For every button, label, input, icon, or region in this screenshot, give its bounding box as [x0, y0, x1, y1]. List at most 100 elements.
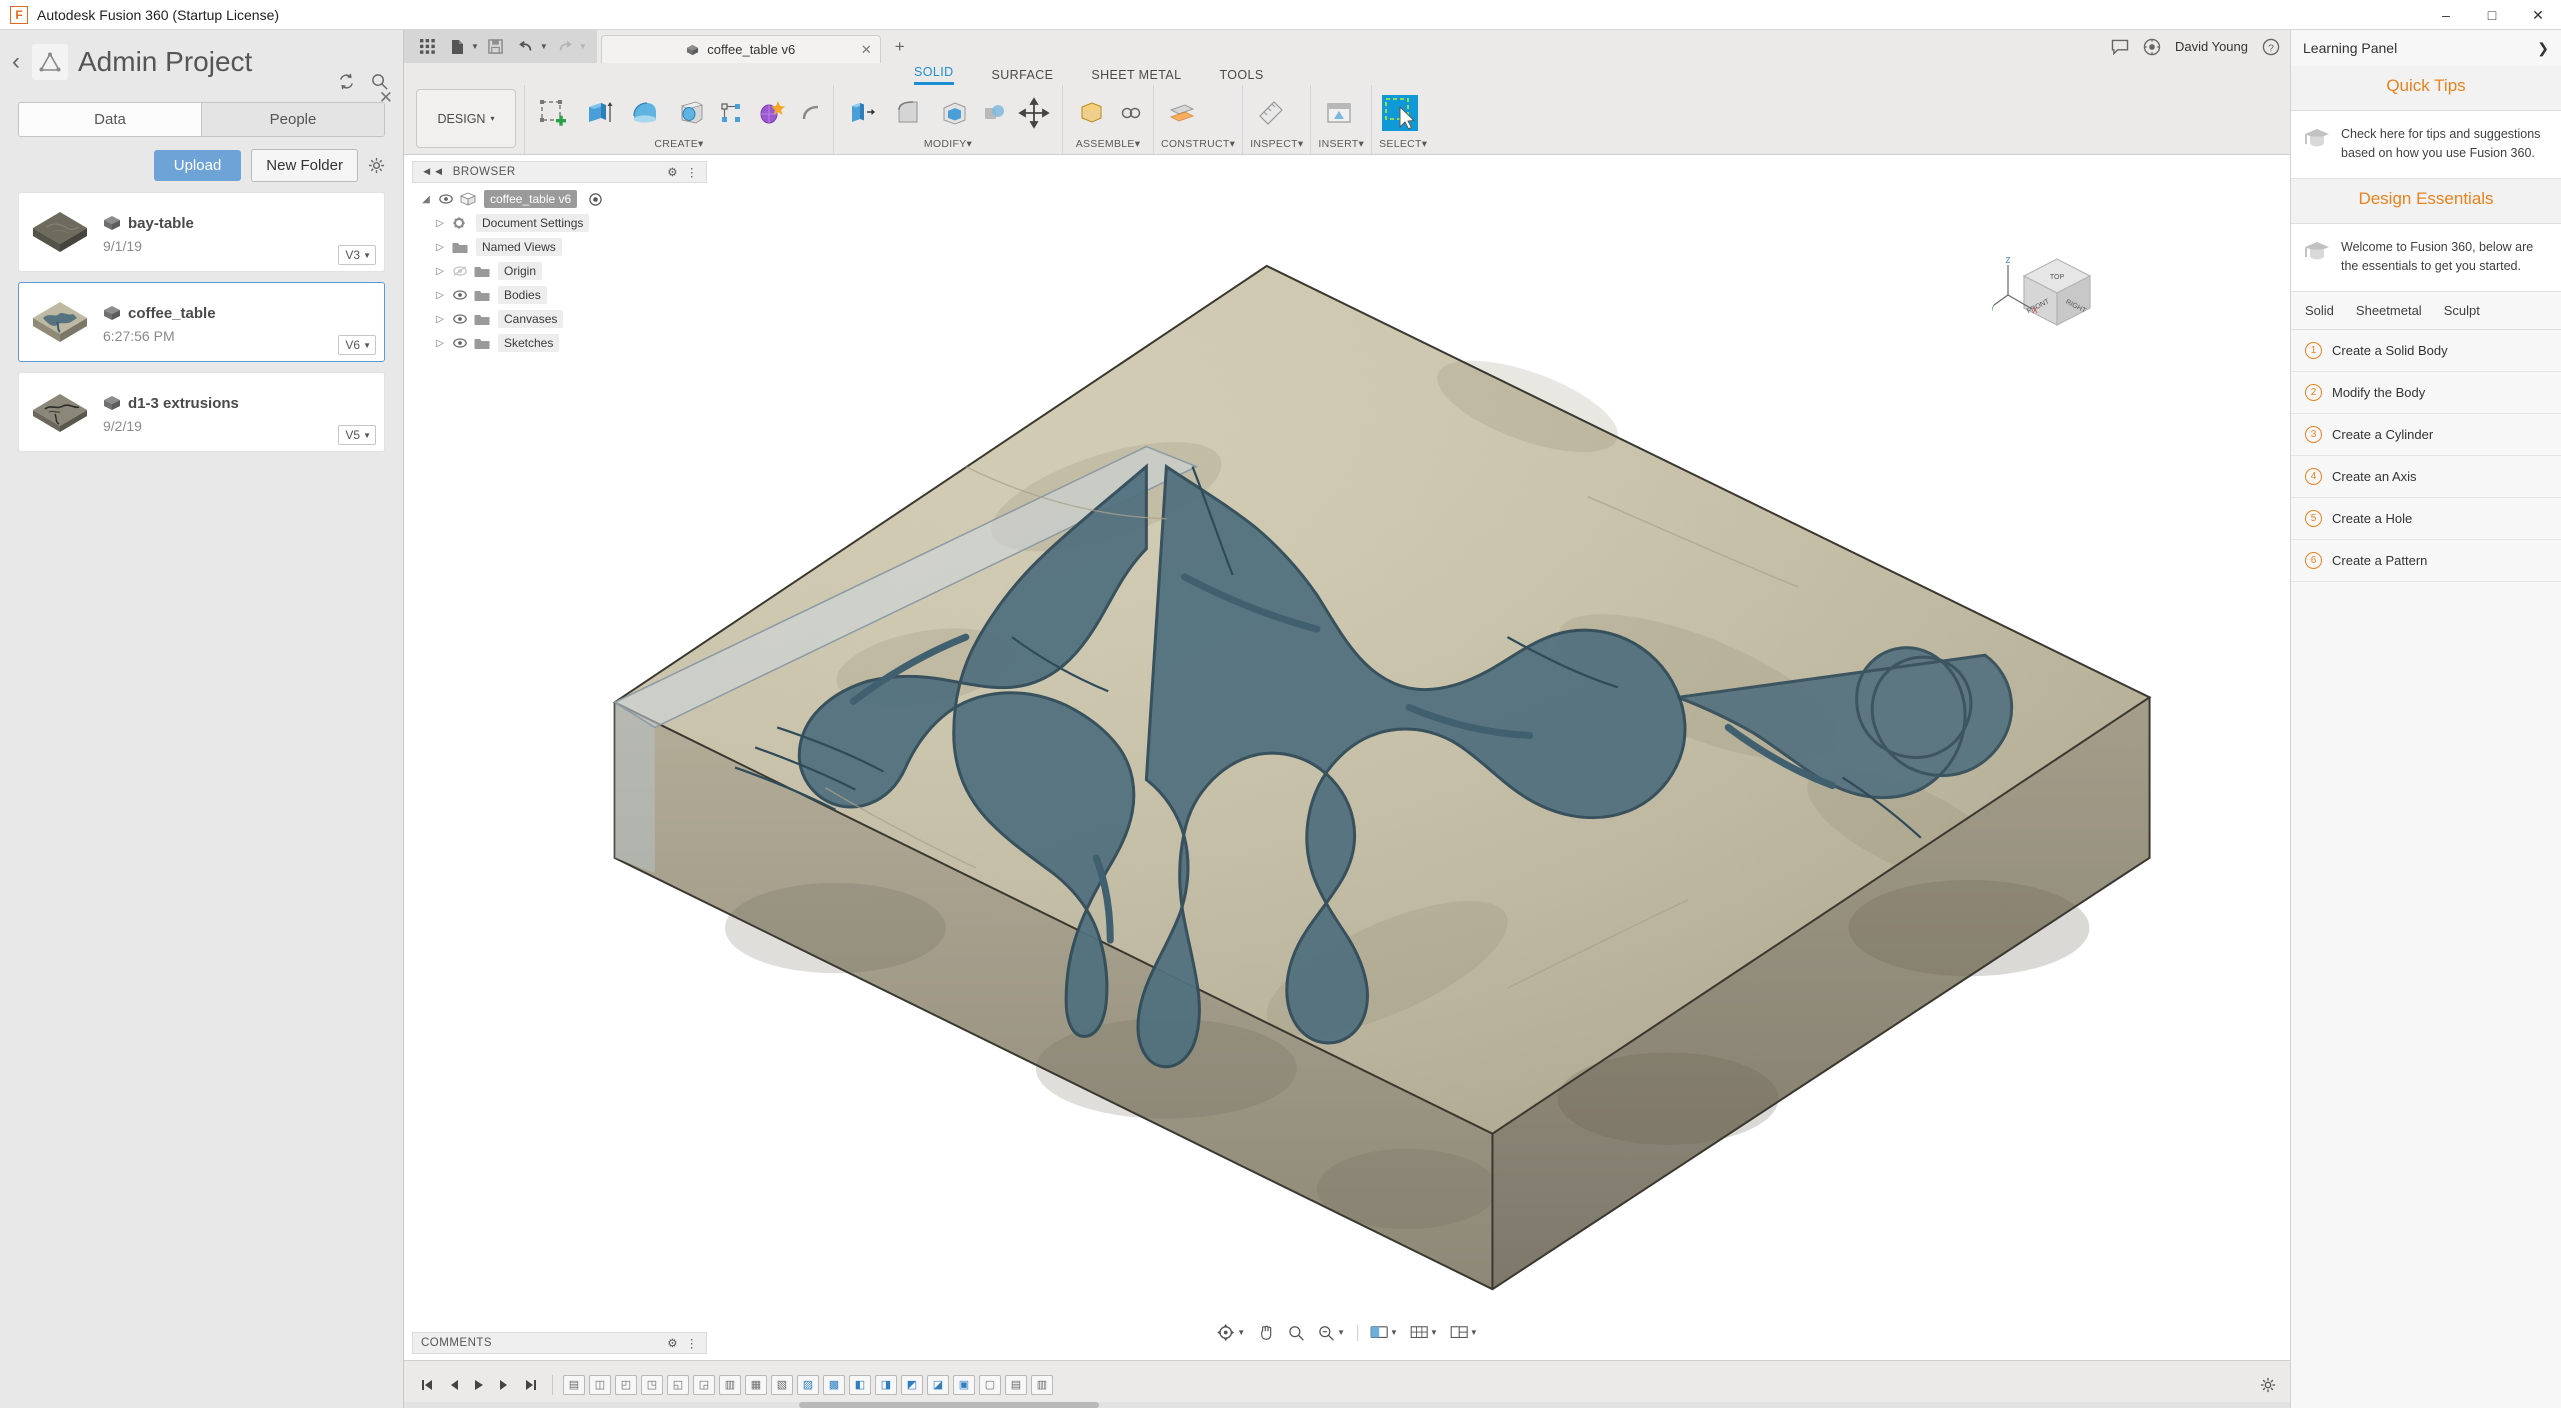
add-tab-button[interactable]: + [895, 37, 905, 57]
timeline-feature[interactable]: ▧ [771, 1374, 793, 1395]
chevron-down-icon[interactable]: ▼ [579, 42, 587, 51]
timeline-feature[interactable]: ◫ [589, 1374, 611, 1395]
gear-icon[interactable]: ⚙ [667, 165, 678, 179]
tab-people[interactable]: People [201, 103, 384, 136]
refresh-icon[interactable] [337, 72, 356, 91]
timeline-feature[interactable]: ◩ [901, 1374, 923, 1395]
hole-icon[interactable] [670, 92, 712, 134]
upload-button[interactable]: Upload [153, 150, 242, 181]
timeline-feature[interactable]: ◳ [641, 1374, 663, 1395]
eye-icon[interactable] [452, 338, 468, 348]
file-card-coffee-table[interactable]: coffee_table 6:27:56 PM V6 ▼ [18, 282, 385, 362]
comments-panel-header[interactable]: COMMENTS ⚙ ⋮ [412, 1332, 707, 1354]
viewports-icon[interactable]: ▼ [1450, 1325, 1478, 1341]
3d-viewport[interactable]: ◄◄ BROWSER ⚙ ⋮ ◢ coffee_table v6 ▷ Docum… [404, 155, 2290, 1360]
tree-node-origin[interactable]: ▷ Origin [420, 259, 707, 283]
timeline-feature[interactable]: ◨ [875, 1374, 897, 1395]
timeline-feature[interactable]: ▢ [979, 1374, 1001, 1395]
ribbon-panel-label[interactable]: INSPECT▾ [1250, 138, 1303, 152]
timeline-feature[interactable]: ▨ [797, 1374, 819, 1395]
eye-icon[interactable] [452, 314, 468, 324]
ribbon-tab-solid[interactable]: SOLID [914, 65, 954, 85]
learning-item-6[interactable]: 6 Create a Pattern [2291, 539, 2561, 582]
ribbon-panel-label[interactable]: CREATE▾ [532, 138, 826, 152]
insert-mcmaster-icon[interactable] [1318, 92, 1360, 134]
close-icon[interactable]: ✕ [861, 42, 872, 58]
chevron-down-icon[interactable]: ▼ [471, 42, 479, 51]
timeline-feature[interactable]: ▩ [823, 1374, 845, 1395]
eye-icon[interactable] [438, 194, 454, 204]
grip-icon[interactable]: ⋮ [686, 165, 698, 179]
document-tab-coffee-table[interactable]: coffee_table v6 ✕ [600, 35, 881, 63]
learning-item-5[interactable]: 5 Create a Hole [2291, 497, 2561, 540]
redo-icon[interactable] [552, 34, 578, 60]
tab-data[interactable]: Data [19, 103, 201, 136]
timeline-feature[interactable]: ▥ [719, 1374, 741, 1395]
back-button[interactable]: ‹ [12, 50, 20, 74]
pipe-icon[interactable] [796, 98, 826, 128]
pattern-icon[interactable] [750, 92, 792, 134]
move-copy-icon[interactable] [1013, 92, 1055, 134]
timeline-feature[interactable]: ▦ [745, 1374, 767, 1395]
display-settings-icon[interactable]: ▼ [1370, 1325, 1398, 1341]
tree-node-bodies[interactable]: ▷ Bodies [420, 283, 707, 307]
scrollbar-thumb[interactable] [799, 1402, 1099, 1408]
expand-arrow-icon[interactable]: ▷ [434, 218, 446, 229]
subtab-solid[interactable]: Solid [2305, 303, 2334, 318]
tree-node-sketches[interactable]: ▷ Sketches [420, 331, 707, 355]
timeline-feature[interactable]: ▤ [563, 1374, 585, 1395]
learning-item-2[interactable]: 2 Modify the Body [2291, 371, 2561, 414]
data-panel-close-icon[interactable]: ✕ [379, 88, 393, 108]
expand-arrow-icon[interactable]: ▷ [434, 242, 446, 253]
timeline-play[interactable] [468, 1374, 490, 1396]
expand-arrow-icon[interactable]: ▷ [434, 314, 446, 325]
version-badge[interactable]: V3 ▼ [338, 245, 376, 265]
thread-icon[interactable] [716, 98, 746, 128]
eye-icon[interactable] [452, 290, 468, 300]
press-pull-icon[interactable] [841, 92, 883, 134]
file-icon[interactable] [444, 34, 470, 60]
offset-plane-icon[interactable] [1161, 92, 1203, 134]
ribbon-tab-tools[interactable]: TOOLS [1219, 68, 1263, 85]
timeline-go-to-end[interactable] [520, 1374, 542, 1396]
timeline-feature[interactable]: ▤ [1005, 1374, 1027, 1395]
expand-arrow-icon[interactable]: ▷ [434, 338, 446, 349]
extrude-icon[interactable] [578, 92, 620, 134]
eye-hidden-icon[interactable] [452, 266, 468, 276]
zoom-icon[interactable] [1287, 1324, 1305, 1342]
create-sketch-icon[interactable] [532, 92, 574, 134]
revolve-icon[interactable] [624, 92, 666, 134]
version-badge[interactable]: V5 ▼ [338, 425, 376, 445]
collapse-chevron-icon[interactable]: ❯ [2537, 40, 2549, 57]
grid-snap-icon[interactable]: ▼ [1410, 1325, 1438, 1341]
comment-icon[interactable] [2111, 39, 2129, 55]
timeline-feature[interactable]: ◱ [667, 1374, 689, 1395]
ribbon-panel-label[interactable]: MODIFY▾ [841, 138, 1055, 152]
minimize-button[interactable]: – [2423, 0, 2469, 30]
timeline-step-forward[interactable] [494, 1374, 516, 1396]
subtab-sculpt[interactable]: Sculpt [2444, 303, 2480, 318]
tree-node-coffee-table[interactable]: ◢ coffee_table v6 [420, 187, 707, 211]
new-component-icon[interactable] [1070, 92, 1112, 134]
close-button[interactable]: ✕ [2515, 0, 2561, 30]
orbit-icon[interactable]: ▼ [1216, 1323, 1245, 1342]
tree-node-document-settings[interactable]: ▷ Document Settings [420, 211, 707, 235]
timeline-step-back[interactable] [442, 1374, 464, 1396]
workspace-switcher[interactable]: DESIGN ▾ [416, 89, 516, 148]
maximize-button[interactable]: □ [2469, 0, 2515, 30]
file-card-bay-table[interactable]: bay-table 9/1/19 V3 ▼ [18, 192, 385, 272]
learning-item-4[interactable]: 4 Create an Axis [2291, 455, 2561, 498]
tree-node-canvases[interactable]: ▷ Canvases [420, 307, 707, 331]
timeline-go-to-start[interactable] [416, 1374, 438, 1396]
bell-icon[interactable] [2143, 38, 2161, 56]
horizontal-scrollbar[interactable] [404, 1402, 2290, 1408]
zoom-window-icon[interactable]: ▼ [1317, 1324, 1345, 1342]
save-icon[interactable] [483, 34, 509, 60]
ribbon-tab-surface[interactable]: SURFACE [992, 68, 1054, 85]
fillet-icon[interactable] [887, 92, 929, 134]
radio-icon[interactable] [589, 192, 602, 206]
gear-icon[interactable] [368, 157, 385, 174]
new-folder-button[interactable]: New Folder [251, 149, 358, 182]
help-icon[interactable]: ? [2262, 38, 2280, 56]
expand-arrow-icon[interactable]: ▷ [434, 266, 446, 277]
